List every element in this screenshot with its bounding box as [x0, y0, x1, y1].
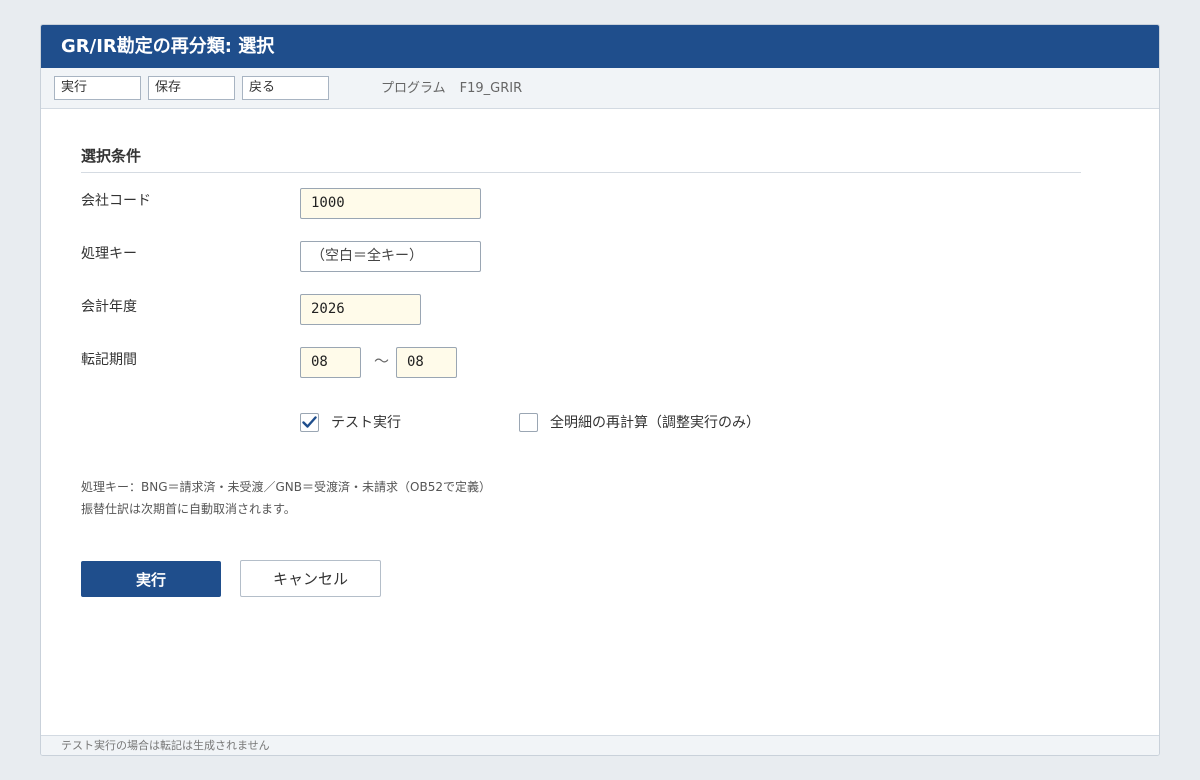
- toolbar: 実行 保存 戻る プログラム F19_GRIR: [41, 68, 1159, 109]
- fiscal-year-field[interactable]: 2026: [300, 294, 421, 325]
- checkmark-icon: [302, 415, 317, 428]
- section-title: 選択条件: [81, 145, 1081, 173]
- test-run-box[interactable]: [300, 412, 319, 432]
- company-code-label: 会社コード: [81, 193, 151, 209]
- recalc-all-checkbox[interactable]: 全明細の再計算（調整実行のみ）: [519, 412, 760, 432]
- test-run-label: テスト実行: [331, 415, 401, 431]
- execute-button[interactable]: 実行: [81, 561, 221, 597]
- program-info: プログラム F19_GRIR: [381, 68, 536, 109]
- status-bar: テスト実行の場合は転記は生成されません: [41, 735, 1159, 755]
- period-to-field[interactable]: 08: [396, 347, 457, 378]
- reversal-note: 振替仕訳は次期首に自動取消されます。: [81, 502, 296, 516]
- app-window: GR/IR勘定の再分類: 選択 実行 保存 戻る プログラム F19_GRIR 選…: [40, 24, 1160, 756]
- toolbar-save-button[interactable]: 保存: [148, 76, 235, 100]
- company-code-field[interactable]: 1000: [300, 188, 481, 219]
- fiscal-year-label: 会計年度: [81, 299, 137, 315]
- test-run-checkbox[interactable]: テスト実行: [300, 412, 401, 432]
- period-from-field[interactable]: 08: [300, 347, 361, 378]
- cancel-button[interactable]: キャンセル: [240, 560, 381, 597]
- program-value: F19_GRIR: [459, 81, 523, 96]
- toolbar-back-button[interactable]: 戻る: [242, 76, 329, 100]
- recalc-all-label: 全明細の再計算（調整実行のみ）: [550, 415, 760, 431]
- period-separator: ～: [374, 352, 390, 370]
- processing-key-label: 処理キー: [81, 246, 137, 262]
- program-label: プログラム: [381, 81, 446, 96]
- recalc-all-box[interactable]: [519, 412, 538, 432]
- posting-period-label: 転記期間: [81, 352, 137, 368]
- processing-key-note: 処理キー：BNG＝請求済・未受渡／GNB＝受渡済・未請求（OB52で定義）: [81, 480, 491, 494]
- window-title: GR/IR勘定の再分類: 選択: [41, 25, 1159, 68]
- toolbar-run-button[interactable]: 実行: [54, 76, 141, 100]
- processing-key-field[interactable]: （空白＝全キー）: [300, 241, 481, 272]
